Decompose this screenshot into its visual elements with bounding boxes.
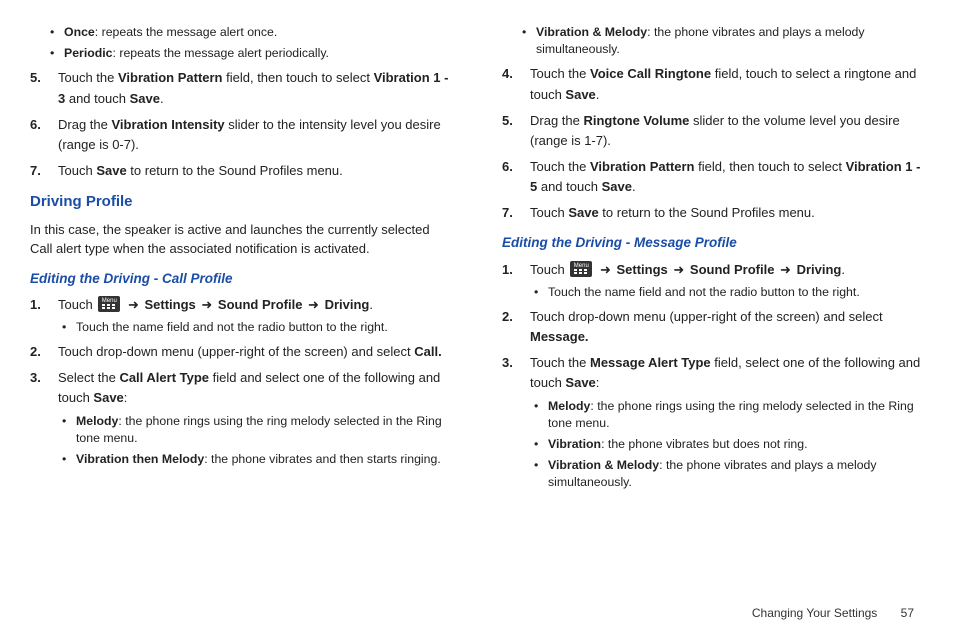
- page-number: 57: [901, 606, 914, 620]
- step-item: 5.Touch the Vibration Pattern field, the…: [58, 68, 452, 108]
- bullet-item: Vibration & Melody: the phone vibrates a…: [536, 24, 924, 58]
- step-item: 7.Touch Save to return to the Sound Prof…: [530, 203, 924, 223]
- step-number: 6.: [30, 115, 52, 135]
- bullet-item: Melody: the phone rings using the ring m…: [76, 413, 452, 447]
- section-heading-driving: Driving Profile: [30, 191, 452, 214]
- step-number: 2.: [502, 307, 524, 327]
- left-column: Once: repeats the message alert once. Per…: [30, 20, 452, 498]
- steps-call: 1. Touch ➜ Settings ➜ Sound Profile ➜ Dri…: [30, 295, 452, 468]
- footer-label: Changing Your Settings: [752, 606, 877, 620]
- step-number: 2.: [30, 342, 52, 362]
- step-item: 3.Select the Call Alert Type field and s…: [58, 368, 452, 468]
- bullet-item: Touch the name field and not the radio b…: [76, 319, 452, 336]
- intro-text: In this case, the speaker is active and …: [30, 220, 452, 259]
- step-number: 1.: [502, 260, 524, 280]
- bullet-item: Melody: the phone rings using the ring m…: [548, 398, 924, 432]
- step-text: Touch the Vibration Pattern field, then …: [58, 70, 448, 105]
- step-text: Touch the Message Alert Type field, sele…: [530, 355, 920, 390]
- step-item: 1.Touch ➜ Settings ➜ Sound Profile ➜ Dri…: [530, 260, 924, 301]
- right-column: Vibration & Melody: the phone vibrates a…: [502, 20, 924, 498]
- arrow-icon: ➜: [780, 260, 791, 280]
- sub-bullets: Touch the name field and not the radio b…: [530, 284, 924, 301]
- step-item: 4.Touch the Voice Call Ringtone field, t…: [530, 64, 924, 104]
- arrow-icon: ➜: [308, 295, 319, 315]
- step-number: 1.: [30, 295, 52, 315]
- bullet-item: Periodic: repeats the message alert peri…: [64, 45, 452, 62]
- step-text: Touch the Voice Call Ringtone field, tou…: [530, 66, 916, 101]
- menu-icon: [570, 261, 592, 277]
- steps-top-left: 5. Touch the Vibration Pattern field, the…: [30, 68, 452, 181]
- step-item: 2.Touch drop-down menu (upper-right of t…: [530, 307, 924, 347]
- bullets-top-left: Once: repeats the message alert once. Per…: [30, 24, 452, 62]
- bullets-top-right: Vibration & Melody: the phone vibrates a…: [502, 24, 924, 58]
- subheading-message: Editing the Driving - Message Profile: [502, 233, 924, 253]
- step-item: 3.Touch the Message Alert Type field, se…: [530, 353, 924, 491]
- steps-top-right: 4. Touch the Voice Call Ringtone field, t…: [502, 64, 924, 223]
- subheading-call: Editing the Driving - Call Profile: [30, 269, 452, 289]
- step-text: Touch Save to return to the Sound Profil…: [58, 163, 343, 178]
- step-text: Drag the Vibration Intensity slider to t…: [58, 117, 441, 152]
- step-text: Touch ➜ Settings ➜ Sound Profile ➜ Drivi…: [58, 297, 373, 312]
- step-text: Touch ➜ Settings ➜ Sound Profile ➜ Drivi…: [530, 262, 845, 277]
- step-number: 5.: [502, 111, 524, 131]
- step-item: 6.Drag the Vibration Intensity slider to…: [58, 115, 452, 155]
- step-number: 7.: [30, 161, 52, 181]
- step-text: Drag the Ringtone Volume slider to the v…: [530, 113, 900, 148]
- bullet-item: Vibration then Melody: the phone vibrate…: [76, 451, 452, 468]
- arrow-icon: ➜: [600, 260, 611, 280]
- step-number: 7.: [502, 203, 524, 223]
- bullet-item: Vibration & Melody: the phone vibrates a…: [548, 457, 924, 491]
- step-number: 3.: [30, 368, 52, 388]
- step-number: 3.: [502, 353, 524, 373]
- step-item: 5.Drag the Ringtone Volume slider to the…: [530, 111, 924, 151]
- sub-bullets: Melody: the phone rings using the ring m…: [530, 398, 924, 492]
- bullet-item: Vibration: the phone vibrates but does n…: [548, 436, 924, 453]
- step-text: Touch Save to return to the Sound Profil…: [530, 205, 815, 220]
- step-item: 7.Touch Save to return to the Sound Prof…: [58, 161, 452, 181]
- sub-bullets: Touch the name field and not the radio b…: [58, 319, 452, 336]
- step-number: 6.: [502, 157, 524, 177]
- step-text: Touch drop-down menu (upper-right of the…: [58, 344, 442, 359]
- page-columns: Once: repeats the message alert once. Per…: [30, 20, 924, 498]
- bullet-item: Touch the name field and not the radio b…: [548, 284, 924, 301]
- steps-message: 1. Touch ➜ Settings ➜ Sound Profile ➜ Dri…: [502, 260, 924, 492]
- step-item: 2.Touch drop-down menu (upper-right of t…: [58, 342, 452, 362]
- page-footer: Changing Your Settings 57: [752, 604, 914, 622]
- sub-bullets: Melody: the phone rings using the ring m…: [58, 413, 452, 469]
- arrow-icon: ➜: [128, 295, 139, 315]
- step-text: Select the Call Alert Type field and sel…: [58, 370, 440, 405]
- step-text: Touch drop-down menu (upper-right of the…: [530, 309, 883, 344]
- step-item: 1.Touch ➜ Settings ➜ Sound Profile ➜ Dri…: [58, 295, 452, 336]
- step-number: 5.: [30, 68, 52, 88]
- menu-icon: [98, 296, 120, 312]
- arrow-icon: ➜: [673, 260, 684, 280]
- step-item: 6.Touch the Vibration Pattern field, the…: [530, 157, 924, 197]
- step-text: Touch the Vibration Pattern field, then …: [530, 159, 920, 194]
- bullet-item: Once: repeats the message alert once.: [64, 24, 452, 41]
- arrow-icon: ➜: [201, 295, 212, 315]
- step-number: 4.: [502, 64, 524, 84]
